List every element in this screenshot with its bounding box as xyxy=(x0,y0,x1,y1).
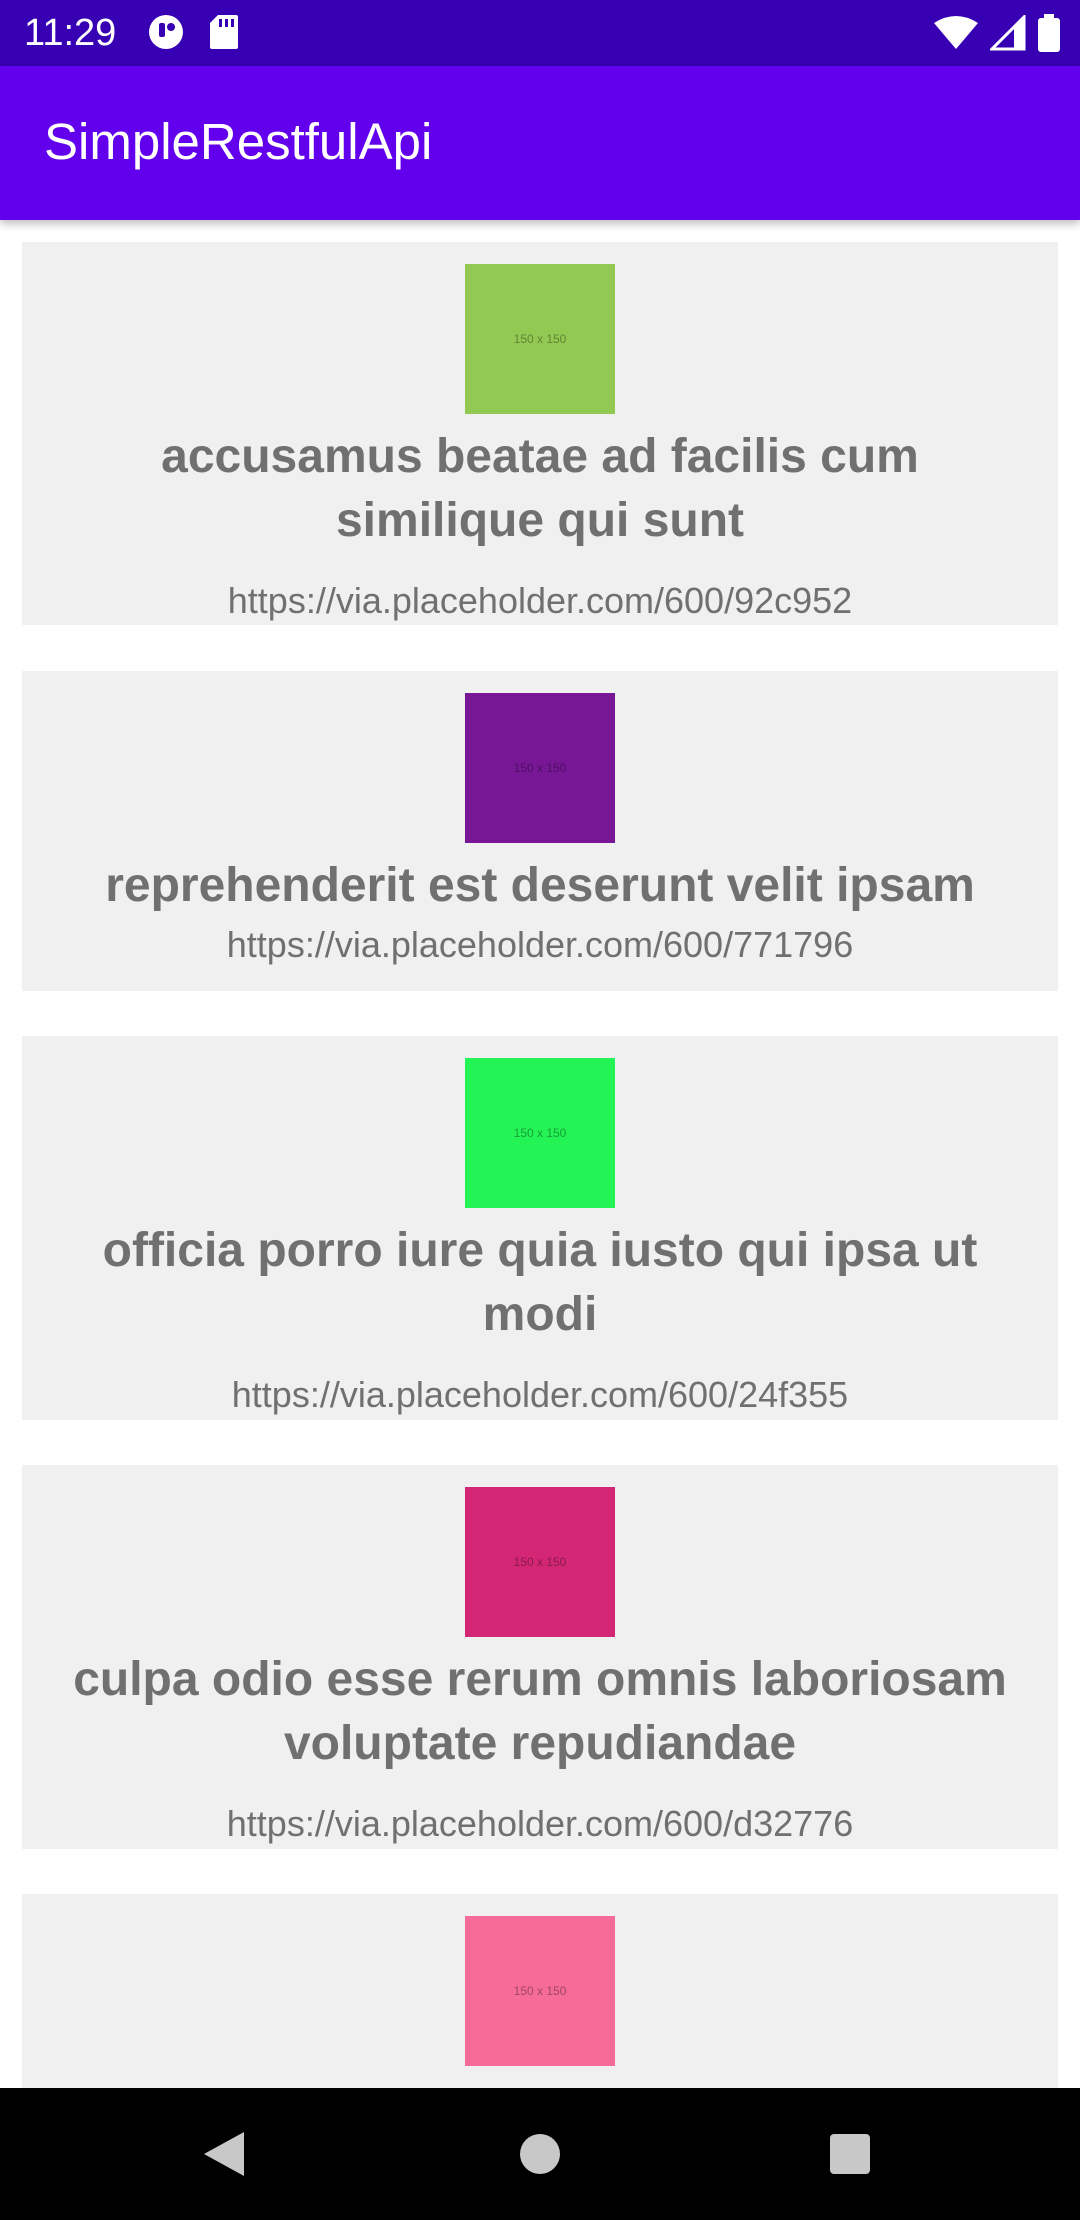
app-notification-icon xyxy=(148,14,184,50)
thumbnail-image: 150 x 150 xyxy=(465,264,615,414)
item-title: reprehenderit est deserunt velit ipsam xyxy=(105,859,975,912)
item-title: culpa odio esse rerum omnis laboriosam v… xyxy=(73,1653,1007,1770)
battery-icon xyxy=(1038,14,1060,52)
item-url: https://via.placeholder.com/600/771796 xyxy=(226,924,854,965)
thumbnail-label: 150 x 150 xyxy=(513,332,567,346)
navigation-bar xyxy=(0,2088,1080,2220)
list-item[interactable]: 150 x 150 xyxy=(22,1894,1058,2088)
thumbnail-image: 150 x 150 xyxy=(465,1487,615,1637)
recents-icon[interactable] xyxy=(826,2130,874,2178)
thumbnail-label: 150 x 150 xyxy=(513,761,567,775)
app-bar: SimpleRestfulApi xyxy=(0,66,1080,220)
photo-list[interactable]: 150 x 150 accusamus beatae ad facilis cu… xyxy=(0,220,1080,2088)
list-item[interactable]: 150 x 150 culpa odio esse rerum omnis la… xyxy=(22,1465,1058,1849)
thumbnail-image: 150 x 150 xyxy=(465,1058,615,1208)
list-item[interactable]: 150 x 150 reprehenderit est deserunt vel… xyxy=(22,671,1058,991)
sd-card-icon xyxy=(210,15,238,49)
item-title: accusamus beatae ad facilis cum similiqu… xyxy=(161,430,919,547)
wifi-icon xyxy=(934,15,978,51)
status-time: 11:29 xyxy=(24,12,117,54)
item-url: https://via.placeholder.com/600/24f355 xyxy=(231,1374,849,1415)
home-icon[interactable] xyxy=(516,2130,564,2178)
status-bar: 11:29 xyxy=(0,0,1080,66)
thumbnail-label: 150 x 150 xyxy=(513,1555,567,1569)
list-item[interactable]: 150 x 150 officia porro iure quia iusto … xyxy=(22,1036,1058,1420)
thumbnail-image: 150 x 150 xyxy=(465,1916,615,2066)
list-item[interactable]: 150 x 150 accusamus beatae ad facilis cu… xyxy=(22,242,1058,625)
item-url: https://via.placeholder.com/600/d32776 xyxy=(226,1803,854,1844)
item-url: https://via.placeholder.com/600/92c952 xyxy=(227,580,853,621)
thumbnail-image: 150 x 150 xyxy=(465,693,615,843)
thumbnail-label: 150 x 150 xyxy=(513,1126,567,1140)
signal-icon xyxy=(990,15,1026,51)
thumbnail-label: 150 x 150 xyxy=(513,1984,567,1998)
item-title: officia porro iure quia iusto qui ipsa u… xyxy=(102,1224,978,1341)
app-title: SimpleRestfulApi xyxy=(44,113,433,170)
back-icon[interactable] xyxy=(200,2130,248,2178)
